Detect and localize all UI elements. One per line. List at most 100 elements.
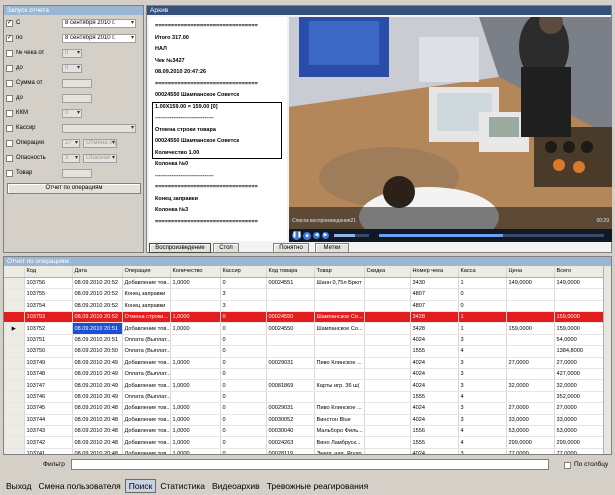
column-header[interactable]: Товар — [314, 266, 365, 278]
table-cell[interactable]: 103741 — [24, 448, 73, 454]
filter-field[interactable]: 27 — [62, 139, 80, 148]
table-cell[interactable]: Добавление тов... — [122, 448, 171, 454]
table-cell[interactable]: 0 — [220, 368, 267, 381]
table-cell[interactable]: 0 — [220, 414, 267, 426]
table-cell[interactable]: 53,0000 — [554, 425, 605, 438]
table-cell[interactable]: Добавление тов... — [122, 379, 171, 392]
table-cell[interactable]: Добавление тов... — [122, 357, 171, 370]
table-cell[interactable]: 08.09.2010 20:49 — [72, 357, 123, 370]
tab-6[interactable]: Тревожные реагирования — [264, 480, 371, 492]
table-cell[interactable]: Добавление тов... — [122, 425, 171, 438]
table-cell[interactable] — [266, 288, 315, 301]
tab-1[interactable]: Выход — [3, 480, 34, 492]
table-cell[interactable] — [266, 345, 315, 358]
filter-checkbox[interactable] — [6, 64, 13, 72]
table-cell[interactable]: Отмена строки... — [122, 311, 171, 324]
table-cell[interactable]: 08.09.2010 20:48 — [72, 436, 123, 449]
table-row[interactable]: 103755 08.09.2010 20:52 Конец заправки 3 480… — [4, 288, 605, 301]
table-cell[interactable]: 159,0000 — [506, 322, 555, 335]
table-cell[interactable]: Конец заправки — [122, 288, 171, 301]
table-cell[interactable]: 299,0000 — [506, 436, 555, 449]
filter-checkbox[interactable] — [6, 109, 13, 117]
prev-frame-icon[interactable]: ◀ — [313, 232, 320, 239]
filter-checkbox[interactable] — [6, 124, 13, 132]
table-cell[interactable]: 4024 — [410, 448, 459, 454]
table-cell[interactable]: 1,0000 — [170, 379, 221, 392]
table-cell[interactable]: 0 — [220, 311, 267, 324]
filter-field[interactable]: 0 — [62, 109, 82, 118]
filter-field[interactable]: 0 — [62, 64, 82, 73]
filter-checkbox[interactable] — [6, 139, 13, 147]
filter-checkbox[interactable]: ✓ — [6, 19, 13, 27]
table-cell[interactable]: 1 — [458, 322, 507, 335]
table-cell[interactable]: 27,0000 — [506, 402, 555, 415]
table-cell[interactable] — [364, 391, 411, 404]
table-cell[interactable] — [554, 288, 605, 301]
table-cell[interactable] — [364, 448, 411, 454]
table-row[interactable]: 103754 08.09.2010 20:52 Конец заправки 3 480… — [4, 300, 605, 313]
table-cell[interactable]: 54,0000 — [554, 334, 605, 347]
table-cell[interactable] — [314, 334, 365, 347]
table-cell[interactable] — [170, 391, 221, 404]
table-row[interactable]: 103743 08.09.2010 20:48 Добавление тов... 1… — [4, 425, 605, 438]
filter-field[interactable]: Отмена стро — [83, 139, 117, 148]
table-cell[interactable] — [170, 345, 221, 358]
table-cell[interactable]: 4024 — [410, 414, 459, 426]
table-cell[interactable] — [506, 300, 555, 313]
filter-checkbox[interactable] — [6, 94, 13, 102]
volume-slider[interactable] — [334, 234, 369, 237]
table-row[interactable]: 103750 08.09.2010 20:50 Оплата (Выплат... 0… — [4, 345, 605, 358]
column-header[interactable]: Всего — [554, 266, 605, 278]
table-cell[interactable]: 1,0000 — [170, 357, 221, 370]
table-cell[interactable]: Шанн 0,75л Брют — [314, 277, 365, 290]
table-cell[interactable] — [170, 334, 221, 347]
table-cell[interactable]: 3428 — [410, 322, 459, 335]
column-header[interactable]: Дата — [72, 266, 123, 278]
table-cell[interactable] — [170, 288, 221, 301]
filter-field[interactable]: 8 сентября 2010 г. — [62, 19, 136, 28]
table-cell[interactable]: 1,0000 — [170, 277, 221, 290]
table-cell[interactable]: 1,0000 — [170, 311, 221, 324]
table-cell[interactable]: 08.09.2010 20:48 — [72, 402, 123, 415]
table-cell[interactable]: 00030052 — [266, 414, 315, 426]
table-cell[interactable] — [266, 334, 315, 347]
table-cell[interactable]: 08.09.2010 20:50 — [72, 345, 123, 358]
table-cell[interactable] — [314, 368, 365, 381]
table-cell[interactable]: 159,0000 — [554, 311, 605, 324]
table-cell[interactable]: 4024 — [410, 357, 459, 370]
table-cell[interactable]: 3 — [458, 379, 507, 392]
table-row[interactable]: 103745 08.09.2010 20:48 Добавление тов... 1… — [4, 402, 605, 415]
table-cell[interactable]: 0 — [220, 334, 267, 347]
table-cell[interactable]: 0 — [220, 448, 267, 454]
table-cell[interactable]: 4807 — [410, 288, 459, 301]
table-cell[interactable]: 103752 — [24, 322, 73, 335]
table-cell[interactable]: 0 — [220, 322, 267, 335]
table-cell[interactable]: 27,0000 — [554, 357, 605, 370]
table-cell[interactable]: 1,0000 — [170, 436, 221, 449]
table-cell[interactable]: 1,0000 — [170, 322, 221, 335]
table-cell[interactable]: 0 — [458, 300, 507, 313]
table-cell[interactable]: 0 — [220, 391, 267, 404]
table-cell[interactable] — [506, 334, 555, 347]
table-cell[interactable]: 3 — [220, 300, 267, 313]
filter-field[interactable] — [62, 169, 92, 178]
filter-field[interactable]: 0 — [62, 49, 82, 58]
table-cell[interactable]: 00024551 — [266, 277, 315, 290]
table-cell[interactable]: Карты игр. 36 ш( — [314, 379, 365, 392]
table-cell[interactable]: Конец заправки — [122, 300, 171, 313]
filter-field[interactable] — [62, 124, 136, 133]
table-cell[interactable]: 427,0000 — [554, 368, 605, 381]
table-cell[interactable]: 1555 — [410, 391, 459, 404]
column-header[interactable]: Количество — [170, 266, 221, 278]
table-cell[interactable]: 3428 — [410, 311, 459, 324]
table-cell[interactable]: 103747 — [24, 379, 73, 392]
table-cell[interactable]: 08.09.2010 20:51 — [72, 334, 123, 347]
table-cell[interactable] — [364, 277, 411, 290]
column-header[interactable]: Касса — [458, 266, 507, 278]
table-cell[interactable]: Шампанское Со... — [314, 311, 365, 324]
table-cell[interactable] — [364, 379, 411, 392]
table-cell[interactable] — [506, 345, 555, 358]
filter-field[interactable] — [62, 79, 92, 88]
table-cell[interactable] — [364, 368, 411, 381]
table-cell[interactable]: 00030040 — [266, 425, 315, 438]
